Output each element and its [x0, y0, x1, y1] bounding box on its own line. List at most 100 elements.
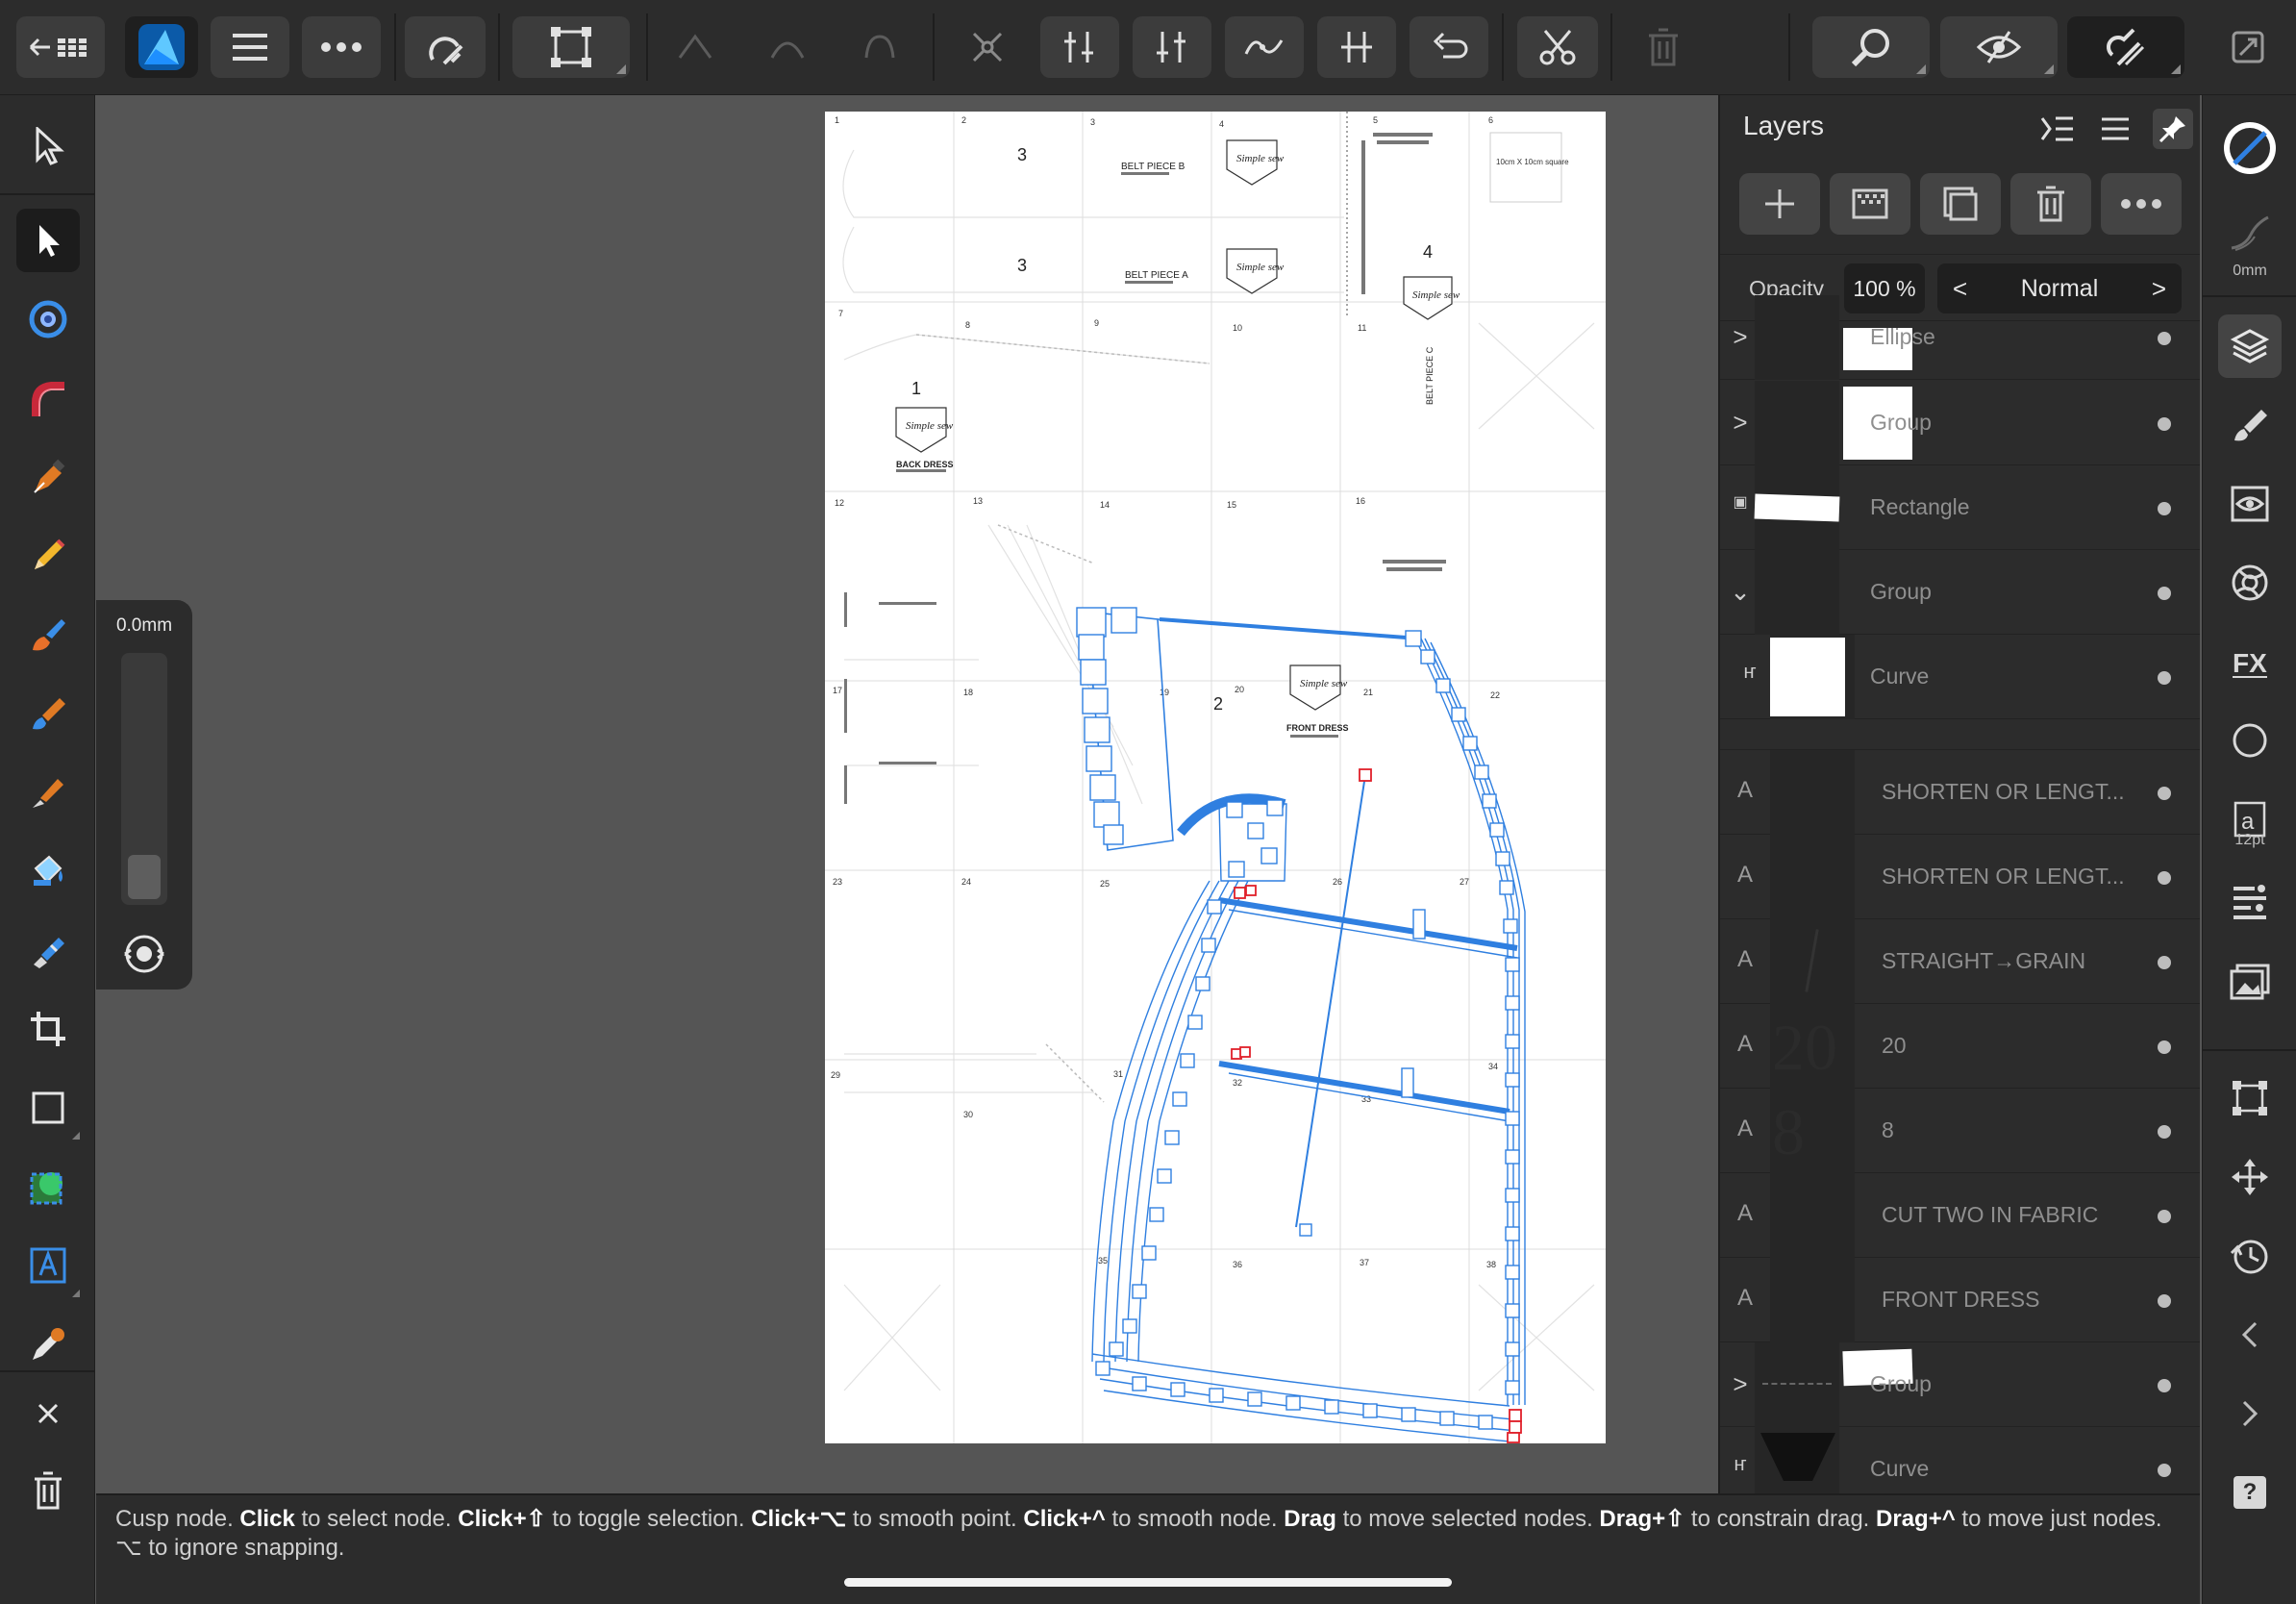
back-to-documents-button[interactable]: [16, 16, 105, 78]
smooth-corner-button[interactable]: [756, 16, 819, 78]
stroke-studio-button[interactable]: [2218, 551, 2282, 614]
home-indicator[interactable]: [844, 1578, 1452, 1587]
paragraph-studio-button[interactable]: [2218, 870, 2282, 934]
collapse-studio-button[interactable]: [2218, 1303, 2282, 1366]
visibility-dot[interactable]: [2158, 871, 2171, 885]
layer-row-selected-curve[interactable]: ҥ Curve: [1720, 635, 2200, 719]
expand-chevron-icon[interactable]: >: [1728, 408, 1753, 437]
align-nodes-button[interactable]: [1133, 16, 1211, 78]
group-layers-button[interactable]: [1920, 173, 2001, 235]
visibility-dot[interactable]: [2158, 787, 2171, 800]
cut-curve-button[interactable]: [1517, 16, 1598, 78]
visibility-dot[interactable]: [2158, 417, 2171, 431]
layer-row[interactable]: > Group: [1720, 1342, 2200, 1427]
add-layer-button[interactable]: [1739, 173, 1820, 235]
layer-row[interactable]: A CUT TWO IN FABRIC: [1720, 1173, 2200, 1258]
assets-studio-button[interactable]: [2218, 949, 2282, 1013]
delete-selection-button[interactable]: [16, 1459, 80, 1522]
appearance-studio-button[interactable]: [2218, 472, 2282, 536]
history-studio-button[interactable]: [2218, 1224, 2282, 1288]
delete-layer-button[interactable]: [2010, 173, 2091, 235]
close-context-button[interactable]: [16, 1382, 80, 1445]
visibility-dot[interactable]: [2158, 332, 2171, 345]
layer-row[interactable]: A SHORTEN OR LENGT...: [1720, 750, 2200, 835]
layers-studio-button[interactable]: [2218, 314, 2282, 378]
visibility-dot[interactable]: [2158, 1125, 2171, 1139]
expand-studio-button[interactable]: [2218, 1382, 2282, 1445]
transform-studio-button[interactable]: [2218, 1066, 2282, 1130]
help-button[interactable]: ?: [2218, 1461, 2282, 1524]
vector-brush-tool[interactable]: [16, 603, 80, 666]
corner-tool[interactable]: [16, 366, 80, 430]
layer-row[interactable]: > Ellipse: [1720, 295, 2200, 380]
layer-row[interactable]: > Group: [1720, 381, 2200, 465]
navigator-studio-button[interactable]: [2218, 709, 2282, 772]
menu-button[interactable]: [211, 16, 289, 78]
pencil-tool[interactable]: [16, 524, 80, 588]
sharp-corner-button[interactable]: [663, 16, 727, 78]
fullscreen-button[interactable]: [2216, 16, 2280, 78]
visibility-dot[interactable]: [2158, 1210, 2171, 1223]
sewing-pattern-artwork[interactable]: 1 2 3 4 5 6 7 8 9 10 11 12 13 14 15 16 1: [825, 112, 1606, 1443]
visibility-dot[interactable]: [2158, 502, 2171, 515]
assistant-button[interactable]: [2067, 16, 2184, 78]
layer-row[interactable]: ҥ Curve: [1720, 1427, 2200, 1493]
layer-row[interactable]: A SHORTEN OR LENGT...: [1720, 835, 2200, 919]
layer-more-button[interactable]: [2101, 173, 2182, 235]
expand-chevron-icon[interactable]: >: [1728, 1369, 1753, 1398]
designer-persona-button[interactable]: [125, 16, 198, 78]
layer-list[interactable]: > Ellipse > Group ▣ Rectangle ⌄ Group ҥ …: [1720, 295, 2200, 1493]
stroke-width-button[interactable]: [2218, 201, 2282, 264]
transparency-tool[interactable]: [16, 918, 80, 982]
layer-row[interactable]: A 20 20: [1720, 1004, 2200, 1089]
canvas-area[interactable]: 1 2 3 4 5 6 7 8 9 10 11 12 13 14 15 16 1: [96, 95, 1717, 1493]
smart-corner-button[interactable]: [848, 16, 911, 78]
fill-tool[interactable]: [16, 840, 80, 903]
rectangle-tool[interactable]: [16, 1076, 80, 1140]
collapse-chevron-icon[interactable]: ⌄: [1728, 577, 1753, 606]
fill-brush-tool[interactable]: [16, 682, 80, 745]
document-page[interactable]: 1 2 3 4 5 6 7 8 9 10 11 12 13 14 15 16 1: [825, 112, 1606, 1443]
width-slider-thumb[interactable]: [128, 855, 161, 899]
layer-row[interactable]: A FRONT DRESS: [1720, 1258, 2200, 1342]
visibility-dot[interactable]: [2158, 1379, 2171, 1392]
view-mode-button[interactable]: [1940, 16, 2058, 78]
visibility-dot[interactable]: [2158, 671, 2171, 685]
layer-row[interactable]: A STRAIGHT→GRAIN: [1720, 919, 2200, 1004]
paint-brush-tool[interactable]: [16, 761, 80, 824]
visibility-dot[interactable]: [2158, 1464, 2171, 1477]
pin-panel-button[interactable]: [2153, 109, 2193, 149]
visibility-dot[interactable]: [2158, 1294, 2171, 1308]
smooth-curve-button[interactable]: [1225, 16, 1304, 78]
place-image-tool[interactable]: [16, 1155, 80, 1218]
layer-row[interactable]: ▣ Rectangle: [1720, 465, 2200, 550]
snapping-button[interactable]: [405, 16, 486, 78]
split-curve-button[interactable]: [1317, 16, 1396, 78]
collapse-panel-button[interactable]: [2037, 109, 2078, 149]
delete-node-button[interactable]: [1632, 16, 1695, 78]
panel-menu-button[interactable]: [2095, 109, 2135, 149]
pressure-icon[interactable]: [121, 931, 167, 977]
visibility-dot[interactable]: [2158, 587, 2171, 600]
artistic-text-tool[interactable]: [16, 1234, 80, 1297]
visibility-dot[interactable]: [2158, 956, 2171, 969]
effects-studio-button[interactable]: FX: [2218, 630, 2282, 693]
add-mask-button[interactable]: [1830, 173, 1910, 235]
layer-row[interactable]: A 8 8: [1720, 1089, 2200, 1173]
reverse-curve-button[interactable]: [1410, 16, 1488, 78]
expand-chevron-icon[interactable]: >: [1728, 322, 1753, 351]
break-curve-button[interactable]: [956, 16, 1019, 78]
align-left-nodes-button[interactable]: [1040, 16, 1119, 78]
move-tool[interactable]: [16, 114, 80, 178]
visibility-dot[interactable]: [2158, 1040, 2171, 1054]
stroke-color-swatch[interactable]: [2218, 116, 2282, 180]
point-transform-tool[interactable]: [16, 288, 80, 351]
layer-row[interactable]: ⌄ Group: [1720, 550, 2200, 635]
crop-tool[interactable]: [16, 997, 80, 1061]
move-studio-button[interactable]: [2218, 1145, 2282, 1209]
pen-tool[interactable]: [16, 445, 80, 509]
node-tool[interactable]: [16, 209, 80, 272]
more-button[interactable]: [302, 16, 381, 78]
color-picker-tool[interactable]: [16, 1313, 80, 1376]
transform-button[interactable]: [512, 16, 630, 78]
